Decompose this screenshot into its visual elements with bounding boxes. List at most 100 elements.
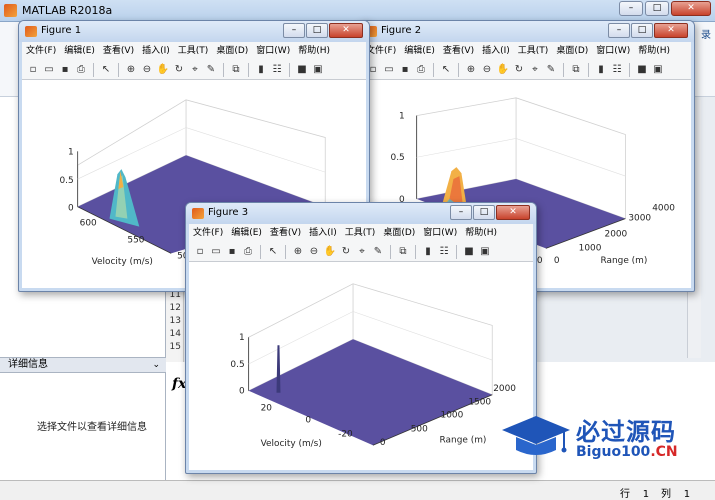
x-axis-label: Velocity (m/s) [261, 439, 322, 449]
legend-icon[interactable]: ☷ [610, 63, 624, 77]
save-icon[interactable]: ▪ [398, 63, 412, 77]
link-plot-icon[interactable]: ⧉ [229, 63, 243, 77]
toolbar-separator [248, 62, 249, 77]
menu-tools[interactable]: 工具(T) [345, 224, 376, 242]
minimize-button[interactable]: – [608, 23, 630, 38]
zoom-in-icon[interactable]: ⊕ [291, 245, 305, 259]
hide-tools-icon[interactable]: ■ [295, 63, 309, 77]
y-axis-label: Range (m) [440, 435, 487, 445]
pointer-icon[interactable]: ↖ [99, 63, 113, 77]
data-cursor-icon[interactable]: ⌖ [188, 63, 202, 77]
menu-file[interactable]: 文件(F) [366, 42, 396, 60]
menu-help[interactable]: 帮助(H) [298, 42, 330, 60]
zoom-in-icon[interactable]: ⊕ [464, 63, 478, 77]
figure-title-bar[interactable]: Figure 2 – □ ✕ [359, 21, 694, 42]
open-file-icon[interactable]: ▭ [42, 63, 56, 77]
menu-window[interactable]: 窗口(W) [596, 42, 630, 60]
colorbar-icon[interactable]: ▮ [254, 63, 268, 77]
menu-view[interactable]: 查看(V) [103, 42, 134, 60]
menu-insert[interactable]: 插入(I) [309, 224, 337, 242]
open-file-icon[interactable]: ▭ [209, 245, 223, 259]
menu-desktop[interactable]: 桌面(D) [556, 42, 588, 60]
maximize-button[interactable]: □ [645, 1, 669, 16]
rotate-icon[interactable]: ↻ [172, 63, 186, 77]
menu-edit[interactable]: 编辑(E) [404, 42, 435, 60]
print-icon[interactable]: ⎙ [414, 63, 428, 77]
figure-title-bar[interactable]: Figure 3 – □ ✕ [186, 203, 536, 224]
figure-3-window[interactable]: Figure 3 – □ ✕ 文件(F) 编辑(E) 查看(V) 插入(I) 工… [185, 202, 537, 474]
login-link[interactable]: 录 [701, 26, 711, 41]
close-button[interactable]: ✕ [329, 23, 363, 38]
minimize-button[interactable]: – [619, 1, 643, 16]
minimize-button[interactable]: – [450, 205, 472, 220]
link-plot-icon[interactable]: ⧉ [569, 63, 583, 77]
brush-icon[interactable]: ✎ [371, 245, 385, 259]
save-icon[interactable]: ▪ [58, 63, 72, 77]
close-button[interactable]: ✕ [654, 23, 688, 38]
zoom-in-icon[interactable]: ⊕ [124, 63, 138, 77]
menu-view[interactable]: 查看(V) [443, 42, 474, 60]
new-figure-icon[interactable]: ▫ [26, 63, 40, 77]
menu-desktop[interactable]: 桌面(D) [383, 224, 415, 242]
new-figure-icon[interactable]: ▫ [193, 245, 207, 259]
legend-icon[interactable]: ☷ [437, 245, 451, 259]
menu-help[interactable]: 帮助(H) [638, 42, 670, 60]
show-tools-icon[interactable]: ▣ [651, 63, 665, 77]
data-cursor-icon[interactable]: ⌖ [528, 63, 542, 77]
menu-file[interactable]: 文件(F) [193, 224, 223, 242]
rotate-icon[interactable]: ↻ [339, 245, 353, 259]
brush-icon[interactable]: ✎ [544, 63, 558, 77]
pan-icon[interactable]: ✋ [323, 245, 337, 259]
link-plot-icon[interactable]: ⧉ [396, 245, 410, 259]
zoom-out-icon[interactable]: ⊖ [140, 63, 154, 77]
legend-icon[interactable]: ☷ [270, 63, 284, 77]
save-icon[interactable]: ▪ [225, 245, 239, 259]
print-icon[interactable]: ⎙ [74, 63, 88, 77]
menu-view[interactable]: 查看(V) [270, 224, 301, 242]
rotate-icon[interactable]: ↻ [512, 63, 526, 77]
chevron-down-icon[interactable]: ⌄ [152, 358, 160, 372]
zoom-out-icon[interactable]: ⊖ [307, 245, 321, 259]
pointer-icon[interactable]: ↖ [266, 245, 280, 259]
colorbar-icon[interactable]: ▮ [594, 63, 608, 77]
surface-plot-fig3: 1 0.5 0 20 0 -20 2000 1500 1000 500 0 Ve… [230, 283, 516, 449]
figure-title-bar[interactable]: Figure 1 – □ ✕ [19, 21, 369, 42]
data-cursor-icon[interactable]: ⌖ [355, 245, 369, 259]
minimize-button[interactable]: – [283, 23, 305, 38]
close-button[interactable]: ✕ [671, 1, 711, 16]
show-tools-icon[interactable]: ▣ [478, 245, 492, 259]
menu-desktop[interactable]: 桌面(D) [216, 42, 248, 60]
figure-menu-bar: 文件(F) 编辑(E) 查看(V) 插入(I) 工具(T) 桌面(D) 窗口(W… [22, 42, 366, 60]
menu-help[interactable]: 帮助(H) [465, 224, 497, 242]
maximize-button[interactable]: □ [306, 23, 328, 38]
zoom-out-icon[interactable]: ⊖ [480, 63, 494, 77]
menu-tools[interactable]: 工具(T) [518, 42, 549, 60]
menu-insert[interactable]: 插入(I) [142, 42, 170, 60]
figure-toolbar: ▫ ▭ ▪ ⎙ ↖ ⊕ ⊖ ✋ ↻ ⌖ ✎ ⧉ ▮ ☷ ■ ▣ [189, 242, 533, 262]
maximize-button[interactable]: □ [473, 205, 495, 220]
menu-file[interactable]: 文件(F) [26, 42, 56, 60]
desktop-title: MATLAB R2018a [22, 4, 113, 17]
close-button[interactable]: ✕ [496, 205, 530, 220]
toolbar-separator [563, 62, 564, 77]
z-tick: 0 [68, 204, 74, 214]
print-icon[interactable]: ⎙ [241, 245, 255, 259]
hide-tools-icon[interactable]: ■ [462, 245, 476, 259]
menu-window[interactable]: 窗口(W) [423, 224, 457, 242]
menu-tools[interactable]: 工具(T) [178, 42, 209, 60]
figure-3-canvas[interactable]: 1 0.5 0 20 0 -20 2000 1500 1000 500 0 Ve… [189, 262, 533, 470]
maximize-button[interactable]: □ [631, 23, 653, 38]
pointer-icon[interactable]: ↖ [439, 63, 453, 77]
menu-insert[interactable]: 插入(I) [482, 42, 510, 60]
menu-edit[interactable]: 编辑(E) [231, 224, 262, 242]
hide-tools-icon[interactable]: ■ [635, 63, 649, 77]
menu-window[interactable]: 窗口(W) [256, 42, 290, 60]
details-panel-header[interactable]: 详细信息 ⌄ [0, 357, 166, 373]
colorbar-icon[interactable]: ▮ [421, 245, 435, 259]
brush-icon[interactable]: ✎ [204, 63, 218, 77]
open-file-icon[interactable]: ▭ [382, 63, 396, 77]
pan-icon[interactable]: ✋ [156, 63, 170, 77]
show-tools-icon[interactable]: ▣ [311, 63, 325, 77]
pan-icon[interactable]: ✋ [496, 63, 510, 77]
menu-edit[interactable]: 编辑(E) [64, 42, 95, 60]
